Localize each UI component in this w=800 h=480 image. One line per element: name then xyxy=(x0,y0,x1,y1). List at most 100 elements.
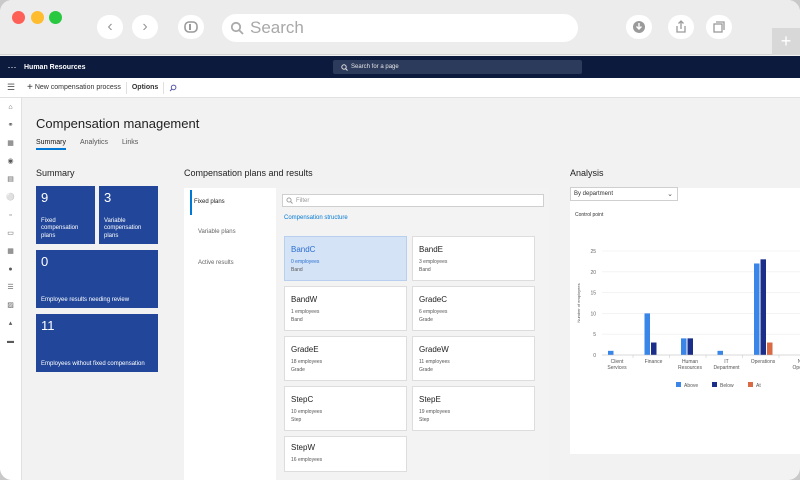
summary-tile-fixed-plans[interactable]: 9 Fixed compensation plans xyxy=(36,186,95,244)
tile-label: Variable compensation plans xyxy=(104,217,142,239)
plan-card[interactable]: GradeE 18 employees Grade xyxy=(284,336,407,381)
plan-employees: 0 employees xyxy=(291,259,320,266)
browser-chrome: ‹ › Search + xyxy=(0,0,800,55)
bar-below xyxy=(651,342,657,355)
link-icon[interactable]: ▬ xyxy=(0,332,21,350)
download-icon xyxy=(633,21,645,33)
team-icon[interactable]: ● xyxy=(0,260,21,278)
plan-card[interactable]: StepW 16 employees xyxy=(284,436,407,472)
page-title: Compensation management xyxy=(36,116,200,131)
app-launcher-icon[interactable]: ⋯ xyxy=(0,62,24,73)
browser-window: ‹ › Search + ⋯ Human Resources Search fo… xyxy=(0,0,800,480)
clipboard-icon[interactable]: ▤ xyxy=(0,170,21,188)
search-icon xyxy=(169,84,177,91)
plan-employees: 18 employees xyxy=(291,359,323,366)
tab-fixed-plans[interactable]: Fixed plans xyxy=(194,199,225,205)
tile-value: 9 xyxy=(41,190,49,205)
tab-analytics[interactable]: Analytics xyxy=(80,139,108,150)
tabs-button[interactable] xyxy=(706,15,732,39)
hamburger-menu-icon[interactable]: ☰ xyxy=(0,82,22,93)
share-icon xyxy=(676,20,686,33)
tile-label: Employee results needing review xyxy=(41,296,130,303)
analysis-heading: Analysis xyxy=(570,168,604,178)
close-window-button[interactable] xyxy=(12,11,25,24)
calendar-icon[interactable]: ▦ xyxy=(0,242,21,260)
filter-input[interactable]: Filter xyxy=(282,194,544,207)
plan-card[interactable]: BandE 3 employees Band xyxy=(412,236,535,281)
new-compensation-process-button[interactable]: + New compensation process xyxy=(22,81,127,94)
plan-name: GradeC xyxy=(419,295,448,304)
plans-content: Filter Compensation structure BandC 0 em… xyxy=(276,188,634,480)
selected-tab-indicator xyxy=(190,190,192,215)
plans-heading: Compensation plans and results xyxy=(184,168,313,178)
plan-type: Step xyxy=(291,417,302,424)
plan-card[interactable]: StepE 19 employees Step xyxy=(412,386,535,431)
new-tab-button[interactable]: + xyxy=(772,28,800,55)
list-icon[interactable]: ☰ xyxy=(0,278,21,296)
report-icon[interactable]: ▭ xyxy=(0,224,21,242)
x-tick-label: Finance xyxy=(645,359,663,365)
plan-card[interactable]: BandC 0 employees Band xyxy=(284,236,407,281)
legend-label: Above xyxy=(684,383,698,389)
summary-tile-results-review[interactable]: 0 Employee results needing review xyxy=(36,250,158,308)
bar-above xyxy=(717,350,723,355)
department-dropdown[interactable]: By department ⌄ xyxy=(570,187,678,201)
tab-links[interactable]: Links xyxy=(122,139,138,150)
plan-name: StepW xyxy=(291,443,316,452)
action-search-button[interactable] xyxy=(164,82,182,94)
summary-tile-variable-plans[interactable]: 3 Variable compensation plans xyxy=(99,186,158,244)
tab-summary[interactable]: Summary xyxy=(36,139,66,150)
share-button[interactable] xyxy=(668,15,694,39)
back-button[interactable]: ‹ xyxy=(97,15,123,39)
legend-swatch xyxy=(748,382,753,387)
x-tick-label: Operations xyxy=(751,359,776,365)
plan-name: StepC xyxy=(291,395,314,404)
hierarchy-icon[interactable]: ▦ xyxy=(0,134,21,152)
forward-button[interactable]: › xyxy=(132,15,158,39)
plan-employees: 10 employees xyxy=(291,409,323,416)
summary-tile-without-fixed[interactable]: 11 Employees without fixed compensation xyxy=(36,314,158,372)
plan-employees: 19 employees xyxy=(419,409,451,416)
address-bar[interactable]: Search xyxy=(222,14,578,42)
people-icon[interactable]: ⚭ xyxy=(0,116,21,134)
group-icon[interactable]: ◉ xyxy=(0,152,21,170)
dropdown-value: By department xyxy=(574,191,614,197)
app-name: Human Resources xyxy=(24,63,86,71)
plan-employees: 3 employees xyxy=(419,259,448,266)
plans-tab-list: Fixed plans Variable plans Active result… xyxy=(184,188,276,480)
plan-card[interactable]: GradeW 11 employees Grade xyxy=(412,336,535,381)
tab-variable-plans[interactable]: Variable plans xyxy=(198,229,236,235)
y-axis-label: Number of employees xyxy=(576,283,581,322)
plan-type: Band xyxy=(291,317,303,324)
maximize-window-button[interactable] xyxy=(49,11,62,24)
tab-active-results[interactable]: Active results xyxy=(198,260,234,266)
x-tick-label: Opera xyxy=(793,365,800,371)
document-icon[interactable]: ▫ xyxy=(0,206,21,224)
filter-placeholder: Filter xyxy=(296,197,310,204)
plan-card[interactable]: GradeC 6 employees Grade xyxy=(412,286,535,331)
page-search-input[interactable]: Search for a page xyxy=(333,60,582,74)
org-chart-icon[interactable]: ▴ xyxy=(0,314,21,332)
person-icon[interactable]: ⚪ xyxy=(0,188,21,206)
plan-card[interactable]: BandW 1 employees Band xyxy=(284,286,407,331)
options-button[interactable]: Options xyxy=(127,81,165,94)
minimize-window-button[interactable] xyxy=(31,11,44,24)
compensation-structure-label: Compensation structure xyxy=(284,215,348,221)
plan-type: Grade xyxy=(291,367,305,374)
address-placeholder: Search xyxy=(250,18,304,37)
download-button[interactable] xyxy=(626,15,652,39)
plan-employees: 6 employees xyxy=(419,309,448,316)
plan-employees: 11 employees xyxy=(419,359,450,366)
y-tick-label: 25 xyxy=(590,249,596,255)
sidebar-toggle-button[interactable] xyxy=(178,15,204,39)
plan-type: Band xyxy=(291,267,303,274)
plus-icon: + xyxy=(780,31,792,51)
plan-card[interactable]: StepC 10 employees Step xyxy=(284,386,407,431)
x-tick-label: Resources xyxy=(678,365,702,371)
new-compensation-process-label: New compensation process xyxy=(34,84,121,91)
bar-above xyxy=(608,350,614,355)
search-icon xyxy=(230,21,244,35)
bar-at xyxy=(767,342,773,355)
building-icon[interactable]: ▨ xyxy=(0,296,21,314)
home-icon[interactable]: ⌂ xyxy=(0,98,21,116)
